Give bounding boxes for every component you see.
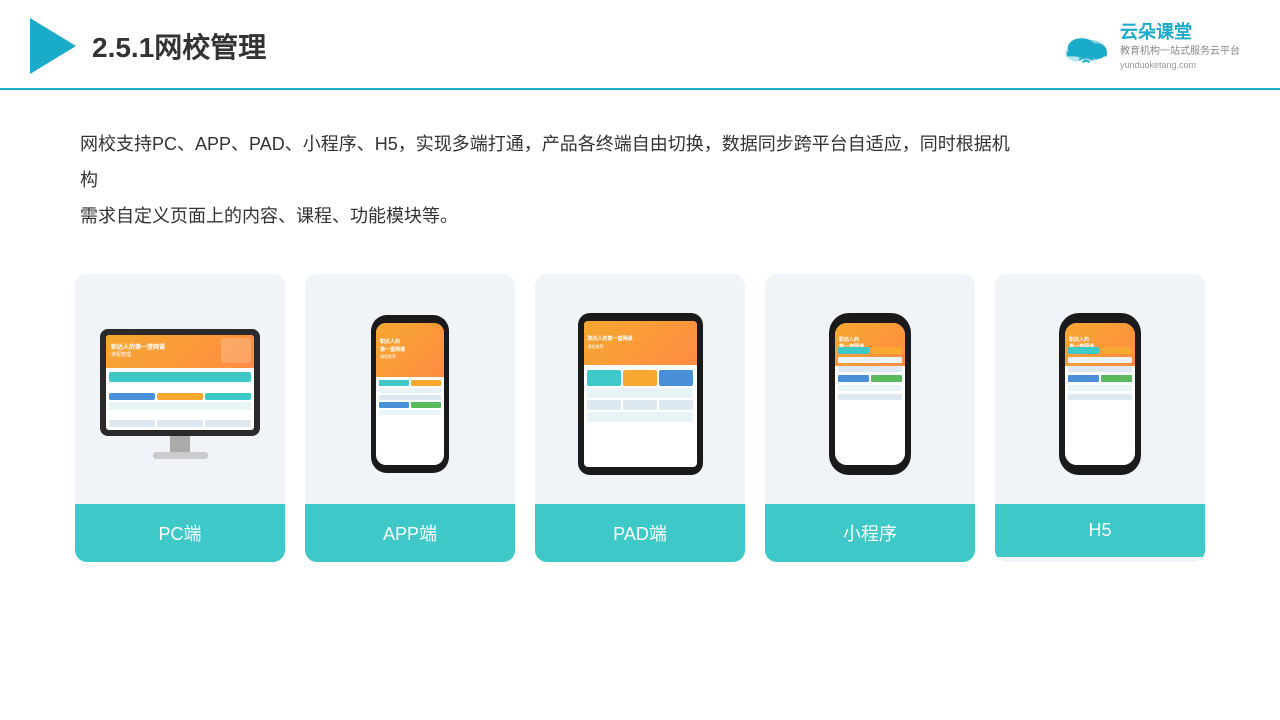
brand-logo: 云朵课堂 教育机构一站式服务云平台 yunduoketang.com	[1060, 20, 1240, 72]
h5-image-area: 职达人的 第一堂网课	[995, 274, 1205, 504]
description-block: 网校支持PC、APP、PAD、小程序、H5，实现多端打通，产品各终端自由切换，数…	[0, 90, 1100, 254]
brand-url: yunduoketang.com	[1120, 59, 1196, 72]
pad-label: PAD端	[535, 504, 745, 562]
logo-icon	[30, 18, 76, 74]
brand-name: 云朵课堂	[1120, 20, 1192, 45]
pad-tablet-icon: 职达人的第一堂网课 课程推荐	[578, 313, 703, 475]
header: 2.5.1网校管理 云朵课堂 教育机构一站式服务云平台 yunduoketang…	[0, 0, 1280, 90]
miniapp-phone-icon: 职达人的 第一堂网课	[829, 313, 911, 475]
card-h5: 职达人的 第一堂网课	[995, 274, 1205, 562]
card-app: 职达人的 第一堂网课 课程推荐	[305, 274, 515, 562]
cloud-svg-icon	[1060, 28, 1112, 64]
miniapp-image-area: 职达人的 第一堂网课	[765, 274, 975, 504]
description-text: 网校支持PC、APP、PAD、小程序、H5，实现多端打通，产品各终端自由切换，数…	[80, 126, 1020, 234]
brand-text-group: 云朵课堂 教育机构一站式服务云平台 yunduoketang.com	[1120, 20, 1240, 72]
pc-image-area: 职达人的第一堂网课 课程管理	[75, 274, 285, 504]
pc-monitor-icon: 职达人的第一堂网课 课程管理	[100, 329, 260, 459]
app-phone-icon: 职达人的 第一堂网课 课程推荐	[371, 315, 449, 473]
app-image-area: 职达人的 第一堂网课 课程推荐	[305, 274, 515, 504]
app-label: APP端	[305, 504, 515, 562]
h5-label: H5	[995, 504, 1205, 557]
header-left: 2.5.1网校管理	[30, 18, 266, 74]
pc-label: PC端	[75, 504, 285, 562]
card-miniapp: 职达人的 第一堂网课	[765, 274, 975, 562]
page-title: 2.5.1网校管理	[92, 26, 266, 66]
miniapp-label: 小程序	[765, 504, 975, 562]
h5-phone-icon: 职达人的 第一堂网课	[1059, 313, 1141, 475]
device-cards-section: 职达人的第一堂网课 课程管理	[0, 254, 1280, 582]
card-pad: 职达人的第一堂网课 课程推荐	[535, 274, 745, 562]
pad-image-area: 职达人的第一堂网课 课程推荐	[535, 274, 745, 504]
card-pc: 职达人的第一堂网课 课程管理	[75, 274, 285, 562]
brand-tagline: 教育机构一站式服务云平台	[1120, 45, 1240, 59]
